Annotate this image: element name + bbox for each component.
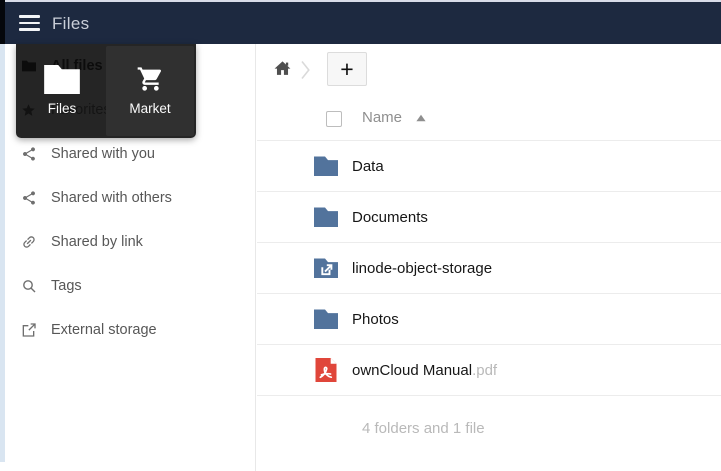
app-menu-item-files[interactable]: Files [18,46,106,136]
link-icon [20,234,37,251]
app-title: Files [52,14,89,34]
file-extension: .pdf [472,362,497,379]
home-icon [273,66,292,81]
blue-folder-icon [310,303,342,335]
sidebar-item-label: Tags [51,278,82,294]
column-header-name-label: Name [362,109,402,126]
home-breadcrumb-button[interactable] [273,59,292,81]
external-folder-icon [310,252,342,284]
sidebar-item-tags[interactable]: Tags [5,264,255,308]
sidebar-item-shared-with-others[interactable]: Shared with others [5,176,255,220]
sidebar-item-external-storage[interactable]: External storage [5,308,255,352]
blue-folder-icon [310,150,342,182]
table-row-data[interactable]: Data [257,141,721,192]
external-link-icon [20,322,37,339]
window-edge-left [0,0,5,471]
share-icon [20,146,37,163]
app-menu-popup: Files Market [16,44,196,138]
white-folder-icon [44,63,80,95]
select-all-checkbox[interactable] [326,111,342,127]
sidebar-item-label: Shared by link [51,234,143,250]
topbar: Files [0,2,721,44]
sidebar-item-label: Shared with others [51,190,172,206]
new-file-button[interactable]: + [327,52,367,86]
magnifier-icon [20,278,37,295]
file-name: Photos [352,311,399,328]
pdf-icon [310,354,342,386]
sidebar-item-shared-by-link[interactable]: Shared by link [5,220,255,264]
hamburger-icon [19,15,40,31]
file-count-summary: 4 folders and 1 file [257,396,721,437]
blue-folder-icon [310,201,342,233]
table-row-linode-object-storage[interactable]: linode-object-storage [257,243,721,294]
table-row-owncloud-manual[interactable]: ownCloud Manual.pdf [257,345,721,396]
app-menu-item-label: Market [129,101,170,116]
owncloud-files-app: Files All filesFavoritesShared with youS… [0,0,721,471]
chevron-right-icon [298,57,312,88]
file-name: ownCloud Manual.pdf [352,362,497,379]
file-name: Documents [352,209,428,226]
table-row-documents[interactable]: Documents [257,192,721,243]
file-name: linode-object-storage [352,260,492,277]
file-list: Data Documents linode-object-storage Photos… [257,141,721,396]
table-header: Name [257,96,721,141]
sidebar-item-label: Shared with you [51,146,155,162]
app-menu-item-label: Files [48,101,77,116]
sidebar-item-shared-with-you[interactable]: Shared with you [5,132,255,176]
sort-ascending-icon [416,114,426,122]
sidebar-item-label: External storage [51,322,157,338]
window-edge-top [0,0,721,2]
share-icon [20,190,37,207]
app-menu-item-market[interactable]: Market [106,46,194,136]
file-table: Name Data Documents linode-object-storage P… [257,96,721,437]
file-manager-main: + Name Data Documents linode-object-storag… [257,44,721,471]
file-name: Data [352,158,384,175]
table-row-photos[interactable]: Photos [257,294,721,345]
column-header-name[interactable]: Name [362,109,426,126]
controls-bar: + [257,44,721,96]
app-menu-button[interactable] [19,15,40,32]
shopping-cart-icon [135,63,166,95]
